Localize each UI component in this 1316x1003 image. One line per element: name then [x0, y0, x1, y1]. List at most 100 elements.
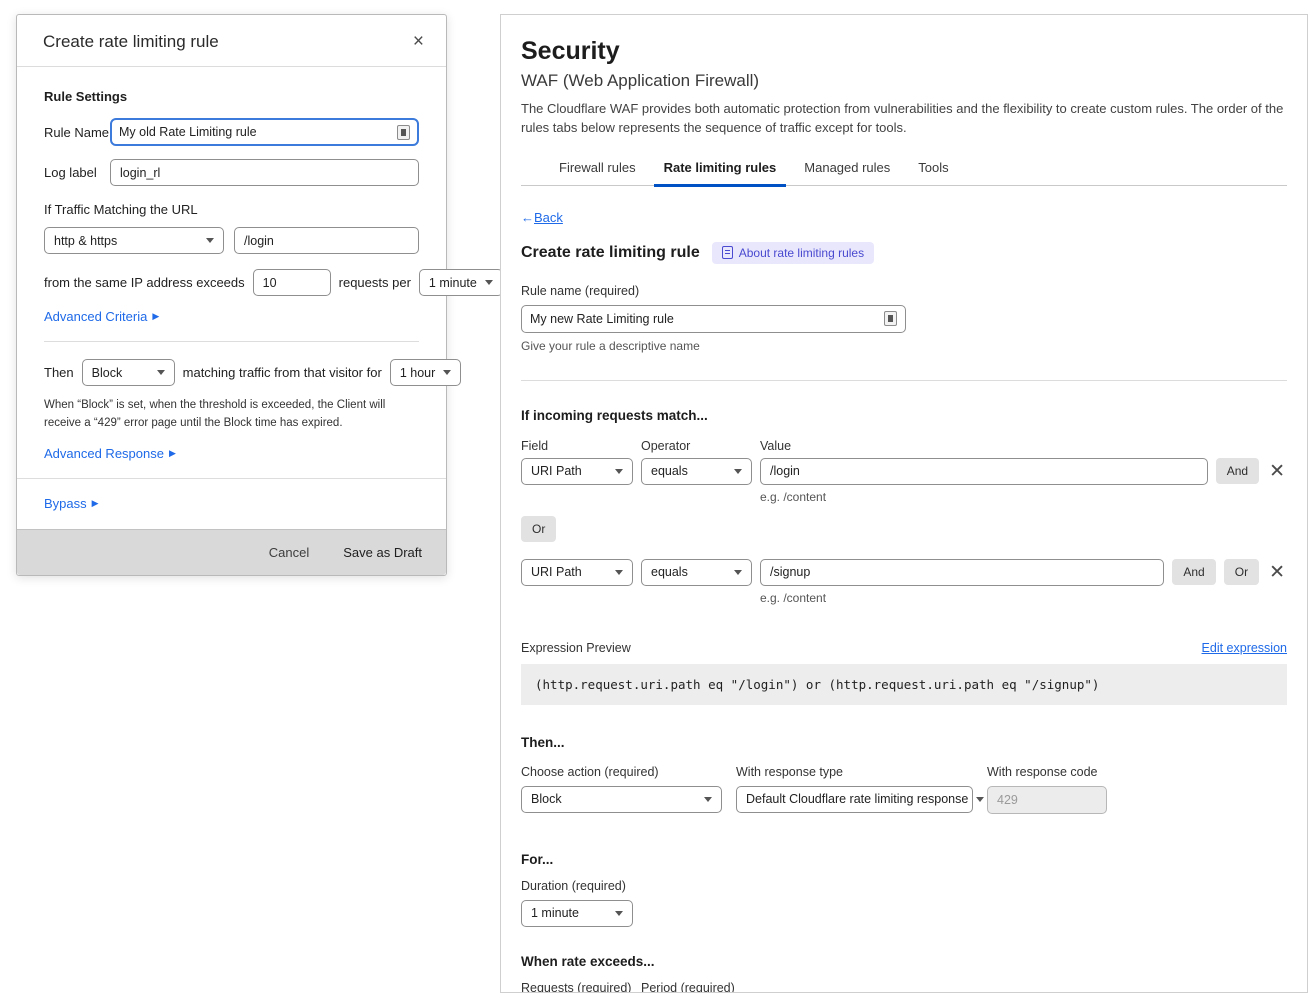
threshold-period-value: 1 minute: [429, 276, 477, 290]
legacy-rate-limit-dialog: Create rate limiting rule × Rule Setting…: [16, 14, 447, 576]
about-rate-limiting-badge[interactable]: About rate limiting rules: [712, 242, 874, 264]
rate-column-labels: Requests (required) Period (required): [521, 981, 1287, 993]
field-select[interactable]: URI Path: [521, 458, 633, 485]
url-input[interactable]: [234, 227, 419, 254]
remove-condition-icon[interactable]: ✕: [1267, 563, 1287, 582]
create-rule-heading: Create rate limiting rule: [521, 244, 700, 262]
close-icon[interactable]: ×: [411, 32, 426, 51]
caret-down-icon: [976, 797, 984, 802]
requests-label: Requests (required): [521, 981, 633, 993]
rule-name-label: Rule Name: [44, 125, 110, 140]
dialog-title: Create rate limiting rule: [43, 32, 219, 52]
value-input[interactable]: [760, 458, 1208, 485]
condition-column-labels: Field Operator Value: [521, 439, 1287, 453]
operator-select[interactable]: equals: [641, 559, 752, 586]
operator-select-value: equals: [651, 565, 688, 579]
condition-row: URI Path equals And ✕: [521, 458, 1287, 485]
autofill-widget-icon[interactable]: [884, 311, 897, 326]
about-badge-label: About rate limiting rules: [739, 246, 864, 260]
threshold-period-select[interactable]: 1 minute: [419, 269, 503, 296]
cancel-button[interactable]: Cancel: [269, 545, 309, 560]
response-code-input: [987, 786, 1107, 814]
caret-down-icon: [485, 280, 493, 285]
advanced-response-link[interactable]: Advanced Response ▶: [44, 446, 176, 461]
or-button[interactable]: Or: [521, 516, 556, 542]
response-type-select[interactable]: Default Cloudflare rate limiting respons…: [736, 786, 973, 813]
rule-name-input[interactable]: [530, 312, 878, 326]
dialog-body: Rule Settings Rule Name Log label If Tra…: [17, 67, 446, 515]
caret-down-icon: [157, 370, 165, 375]
duration-select[interactable]: 1 minute: [521, 900, 633, 927]
save-as-draft-button[interactable]: Save as Draft: [343, 545, 422, 560]
log-label-row: Log label: [44, 159, 419, 186]
page-description: The Cloudflare WAF provides both automat…: [521, 100, 1287, 138]
threshold-input[interactable]: [253, 269, 331, 296]
dialog-header: Create rate limiting rule ×: [17, 15, 446, 67]
and-button[interactable]: And: [1172, 559, 1215, 585]
log-label-label: Log label: [44, 165, 110, 180]
operator-select[interactable]: equals: [641, 458, 752, 485]
bypass-label: Bypass: [44, 496, 87, 511]
caret-down-icon: [615, 570, 623, 575]
rule-name-field[interactable]: [521, 305, 906, 333]
response-type-label: With response type: [736, 765, 973, 779]
url-match-row: http & https: [44, 227, 419, 254]
operator-column-label: Operator: [641, 439, 752, 453]
then-label: Then: [44, 365, 74, 380]
rule-name-row: Rule Name: [44, 118, 419, 146]
tab-managed-rules[interactable]: Managed rules: [790, 154, 904, 185]
rule-name-help: Give your rule a descriptive name: [521, 339, 1287, 353]
action-select[interactable]: Block: [521, 786, 722, 813]
edit-expression-link[interactable]: Edit expression: [1202, 641, 1287, 655]
value-column-label: Value: [760, 439, 791, 453]
triangle-right-icon: ▶: [92, 499, 99, 508]
threshold-suffix-label: requests per: [339, 275, 411, 290]
field-column-label: Field: [521, 439, 633, 453]
response-type-value: Default Cloudflare rate limiting respons…: [746, 792, 968, 806]
period-label: Period (required): [641, 981, 735, 993]
match-heading: If incoming requests match...: [521, 408, 1287, 423]
scheme-select[interactable]: http & https: [44, 227, 224, 254]
autofill-widget-icon[interactable]: [397, 125, 410, 140]
advanced-response-label: Advanced Response: [44, 446, 164, 461]
then-row: Then Block matching traffic from that vi…: [44, 359, 419, 386]
triangle-right-icon: ▶: [152, 312, 159, 321]
field-select[interactable]: URI Path: [521, 559, 633, 586]
action-select-value: Block: [92, 366, 123, 380]
caret-down-icon: [206, 238, 214, 243]
remove-condition-icon[interactable]: ✕: [1267, 462, 1287, 481]
divider: [521, 380, 1287, 381]
and-button[interactable]: And: [1216, 458, 1259, 484]
bypass-link[interactable]: Bypass ▶: [44, 496, 99, 511]
advanced-criteria-link[interactable]: Advanced Criteria ▶: [44, 309, 159, 324]
value-help: e.g. /content: [760, 591, 1287, 605]
rule-name-field[interactable]: [110, 118, 419, 146]
rule-name-label: Rule name (required): [521, 284, 1287, 298]
tab-firewall-rules[interactable]: Firewall rules: [545, 154, 650, 185]
then-suffix-label: matching traffic from that visitor for: [183, 365, 382, 380]
or-button[interactable]: Or: [1224, 559, 1259, 585]
back-link[interactable]: ←Back: [521, 210, 563, 225]
value-input[interactable]: [760, 559, 1164, 586]
triangle-right-icon: ▶: [169, 449, 176, 458]
for-heading: For...: [521, 852, 1287, 867]
then-controls-row: Block Default Cloudflare rate limiting r…: [521, 786, 1287, 814]
value-help: e.g. /content: [760, 490, 1287, 504]
tab-tools[interactable]: Tools: [904, 154, 962, 185]
rule-name-input[interactable]: [119, 120, 391, 144]
block-help-text: When “Block” is set, when the threshold …: [44, 397, 419, 433]
action-select[interactable]: Block: [82, 359, 175, 386]
waf-tabbar: Firewall rules Rate limiting rules Manag…: [521, 154, 1287, 186]
security-waf-panel: Security WAF (Web Application Firewall) …: [500, 14, 1308, 993]
divider: [17, 478, 446, 479]
then-column-labels: Choose action (required) With response t…: [521, 765, 1287, 779]
rate-heading: When rate exceeds...: [521, 954, 1287, 969]
expression-preview-code: (http.request.uri.path eq "/login") or (…: [521, 664, 1287, 705]
caret-down-icon: [615, 911, 623, 916]
ban-duration-select[interactable]: 1 hour: [390, 359, 461, 386]
log-label-input[interactable]: [110, 159, 419, 186]
dialog-footer: Cancel Save as Draft: [17, 529, 446, 575]
ban-duration-value: 1 hour: [400, 366, 435, 380]
tab-rate-limiting-rules[interactable]: Rate limiting rules: [650, 154, 791, 185]
divider: [44, 341, 419, 342]
